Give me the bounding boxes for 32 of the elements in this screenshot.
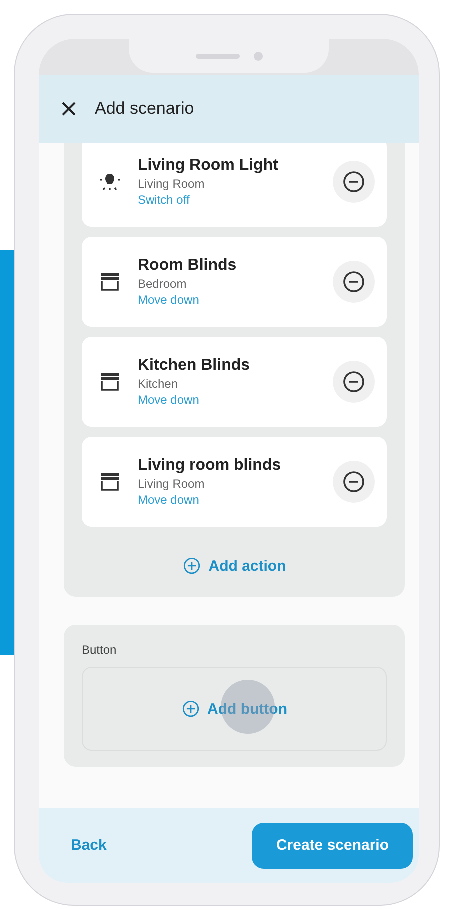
room-name: Living Room (138, 177, 206, 191)
action-command: Move down (138, 393, 200, 407)
action-card[interactable]: Kitchen Blinds Kitchen Move down (82, 337, 387, 427)
remove-button[interactable] (333, 261, 375, 303)
action-card[interactable]: Living Room Light Living Room Switch off (82, 143, 387, 227)
section-label: Button (82, 643, 118, 657)
remove-button[interactable] (333, 461, 375, 503)
minus-circle-icon (342, 470, 366, 494)
device-name: Kitchen Blinds (138, 357, 252, 375)
device-name: Room Blinds (138, 257, 238, 275)
blinds-icon (98, 470, 122, 494)
minus-circle-icon (342, 370, 366, 394)
device-name: Living Room Light (138, 157, 280, 175)
blinds-icon (98, 370, 122, 394)
action-command: Move down (138, 293, 200, 307)
minus-circle-icon (342, 170, 366, 194)
screen-title: Add scenario (95, 99, 194, 119)
room-name: Kitchen (138, 377, 180, 391)
plus-circle-icon (182, 700, 200, 718)
minus-circle-icon (342, 270, 366, 294)
close-icon[interactable] (61, 101, 77, 117)
plus-circle-icon (182, 557, 201, 575)
room-name: Living Room (138, 477, 206, 491)
remove-button[interactable] (333, 361, 375, 403)
remove-button[interactable] (333, 161, 375, 203)
action-command: Move down (138, 493, 200, 507)
action-card[interactable]: Living room blinds Living Room Move down (82, 437, 387, 527)
action-command: Switch off (138, 193, 191, 207)
blinds-icon (98, 270, 122, 294)
room-name: Bedroom (138, 277, 188, 291)
action-card[interactable]: Room Blinds Bedroom Move down (82, 237, 387, 327)
device-name: Living room blinds (138, 457, 282, 475)
